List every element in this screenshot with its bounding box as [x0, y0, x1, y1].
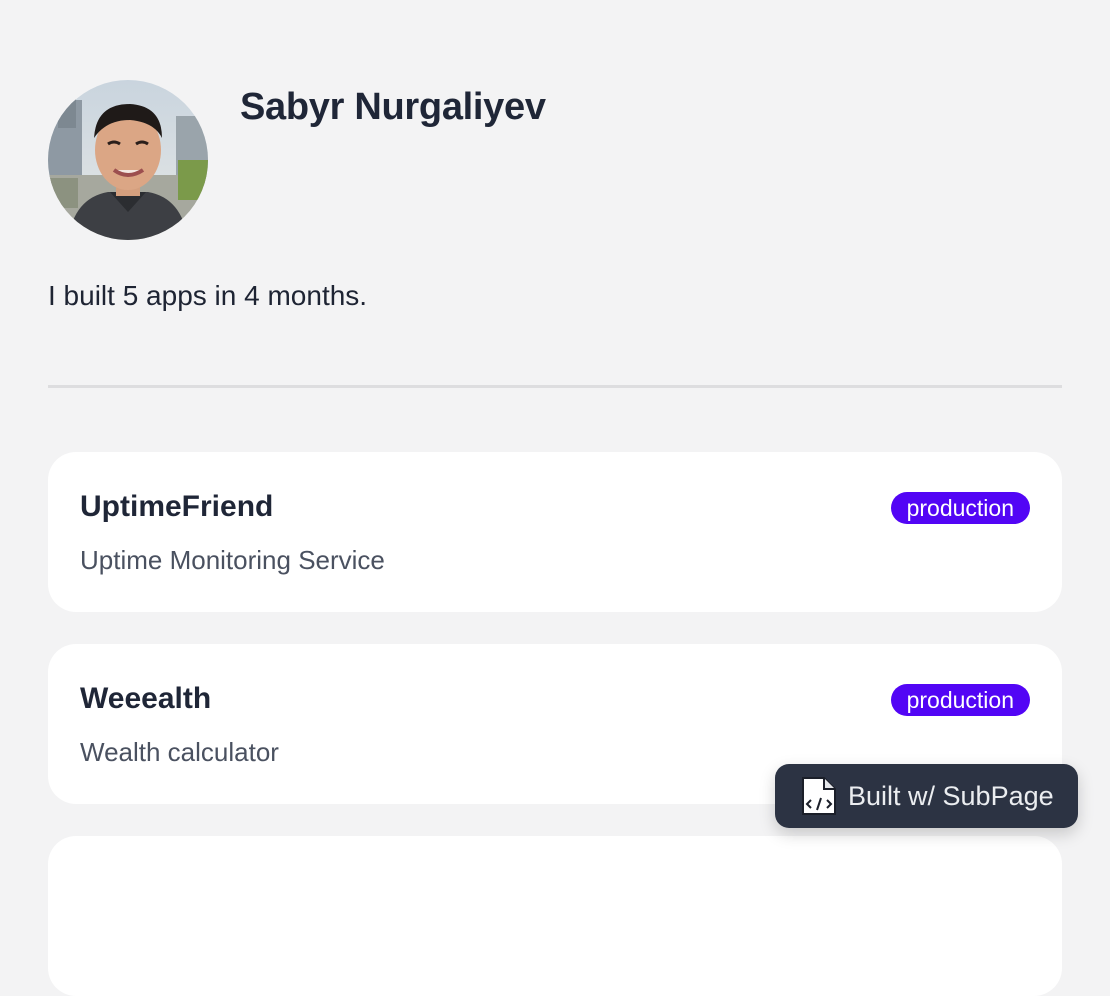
built-with-label: Built w/ SubPage [848, 780, 1054, 811]
profile-bio: I built 5 apps in 4 months. [48, 280, 368, 311]
project-card-uptimefriend[interactable]: UptimeFriend production Uptime Monitorin… [48, 452, 1062, 612]
profile-name: Sabyr Nurgaliyev [240, 86, 546, 128]
project-description: Wealth calculator [80, 737, 279, 767]
profile-header: Sabyr Nurgaliyev [48, 80, 1062, 240]
project-title: Weeealth [80, 682, 212, 715]
status-badge: production [890, 492, 1030, 524]
status-badge: production [890, 684, 1030, 716]
code-file-icon [800, 776, 838, 816]
project-description: Uptime Monitoring Service [80, 545, 385, 575]
built-with-subpage-button[interactable]: Built w/ SubPage [775, 764, 1078, 828]
project-title: UptimeFriend [80, 490, 274, 523]
avatar [48, 80, 208, 240]
project-card-next[interactable] [48, 836, 1062, 996]
section-divider [48, 385, 1062, 388]
